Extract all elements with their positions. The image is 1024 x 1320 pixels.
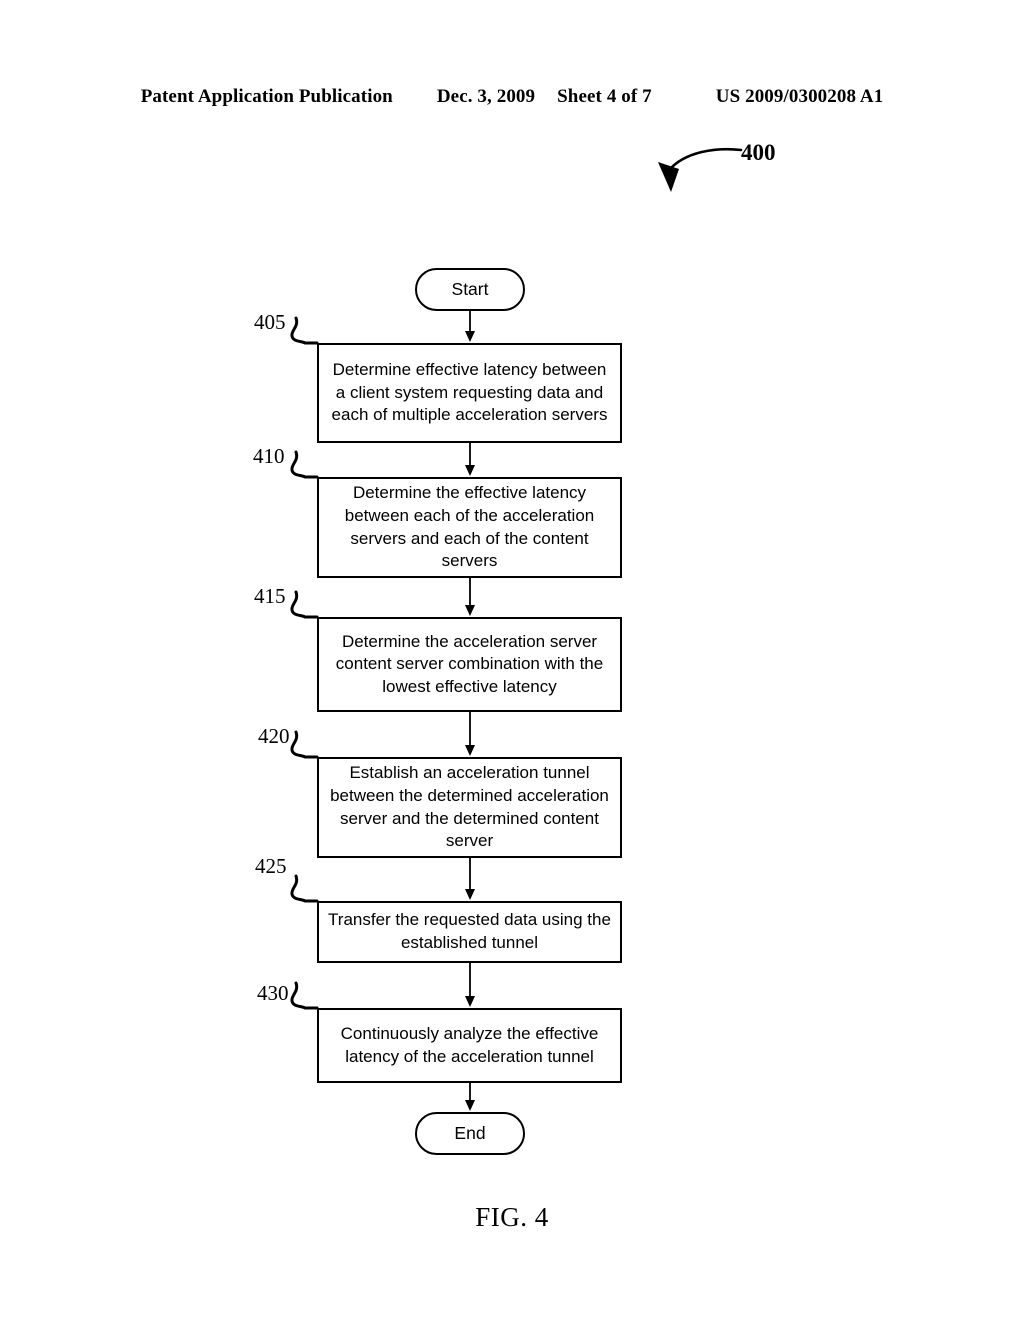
header-date-label: Dec. 3, 2009 — [436, 86, 536, 107]
reference-numeral-410: 410 — [253, 444, 285, 468]
flowchart-step-415-label: Determine the acceleration server conten… — [335, 631, 604, 696]
leader-squiggle-415 — [290, 590, 319, 619]
figure-caption: FIG. 4 — [475, 1202, 549, 1232]
flowchart-step-415: Determine the acceleration server conten… — [317, 617, 622, 712]
leader-squiggle-405 — [290, 316, 319, 345]
reference-numeral-405: 405 — [254, 310, 286, 334]
flowchart-step-420: Establish an acceleration tunnel between… — [317, 757, 622, 858]
flowchart-step-420-label: Establish an acceleration tunnel between… — [330, 763, 609, 851]
flowchart-step-410: Determine the effective latency between … — [317, 477, 622, 578]
flowchart-step-405-label: Determine effective latency between a cl… — [331, 360, 608, 425]
reference-numeral-425: 425 — [255, 854, 287, 878]
header-patent-number: US 2009/0300208 A1 — [715, 86, 884, 107]
flowchart-step-410-label: Determine the effective latency between … — [344, 483, 595, 571]
reference-numeral-420: 420 — [258, 724, 290, 748]
flowchart-step-430-label: Continuously analyze the effective laten… — [340, 1023, 599, 1066]
leader-squiggle-425 — [290, 874, 319, 903]
reference-numeral-415: 415 — [254, 584, 286, 608]
flowchart-node-start-label: Start — [451, 278, 489, 299]
flowchart-step-430: Continuously analyze the effective laten… — [317, 1008, 622, 1083]
flowchart-step-405: Determine effective latency between a cl… — [317, 343, 622, 443]
figure-reference-number: 400 — [741, 140, 776, 165]
page-header: Patent Application Publication Dec. 3, 2… — [0, 86, 1024, 116]
figure-reference-callout: 400 — [645, 136, 865, 198]
flowchart-node-start: Start — [415, 268, 525, 311]
reference-numeral-430: 430 — [257, 981, 289, 1005]
flowchart-node-end-label: End — [454, 1122, 486, 1143]
flowchart-node-end: End — [415, 1112, 525, 1155]
leader-squiggle-420 — [290, 730, 319, 759]
leader-squiggle-430 — [290, 981, 319, 1010]
leader-squiggle-410 — [290, 450, 319, 479]
header-sheet-label: Sheet 4 of 7 — [557, 86, 652, 107]
header-publication-label: Patent Application Publication — [140, 86, 393, 107]
flowchart-step-425-label: Transfer the requested data using the es… — [328, 910, 611, 952]
flowchart-step-425: Transfer the requested data using the es… — [317, 901, 622, 963]
